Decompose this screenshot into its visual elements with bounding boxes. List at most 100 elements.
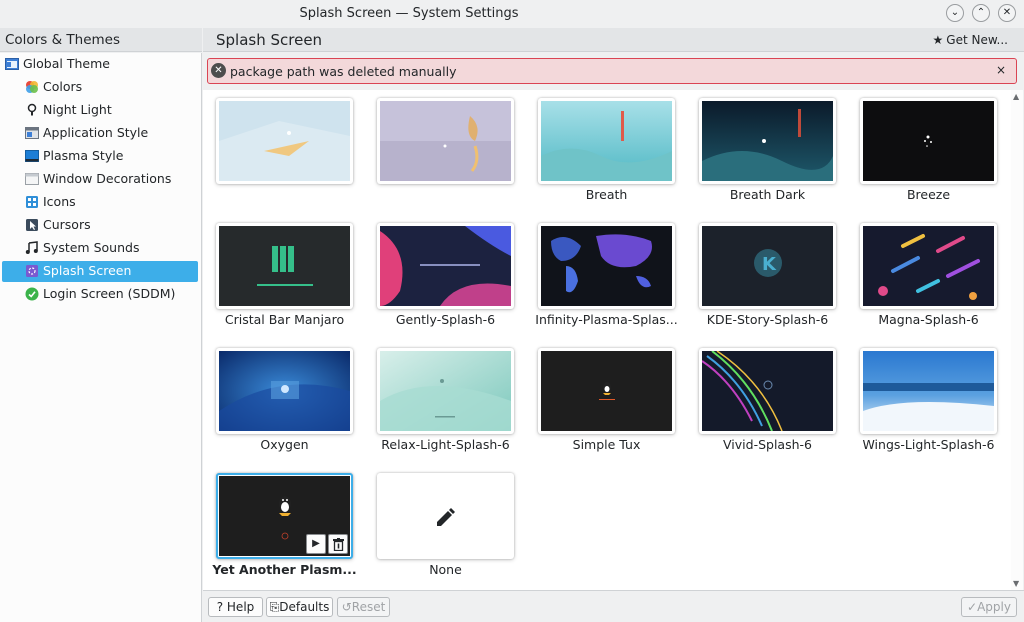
sidebar-item-cursors[interactable]: Cursors [2,215,198,236]
theme-thumbnail [380,476,511,556]
theme-tile-5[interactable] [860,98,997,184]
splash-screen-icon [26,265,38,277]
colors-icon [26,81,38,93]
defaults-icon: ⎘ [269,600,280,614]
theme-tile-4[interactable] [699,98,836,184]
theme-thumbnail [380,226,511,306]
sidebar-item-window-decorations[interactable]: Window Decorations [2,169,198,190]
theme-thumbnail [702,101,833,181]
theme-tile-9[interactable]: K [699,223,836,309]
theme-thumbnail [219,101,350,181]
sidebar-item-global-theme[interactable]: Global Theme [2,54,198,75]
global-theme-icon [5,58,19,70]
sidebar-item-application-style[interactable]: Application Style [2,123,198,144]
theme-name: Breeze [906,187,951,202]
sidebar-header-title: Colors & Themes [5,32,120,48]
button-bar: ? Help ⎘Defaults ↺Reset ✓Apply [203,590,1024,622]
sidebar-item-night-light[interactable]: Night Light [2,100,198,121]
check-icon: ✓ [967,600,978,614]
theme-tile-3[interactable] [538,98,675,184]
icons-icon [26,196,38,208]
get-new-button[interactable]: ★ Get New... [933,33,1008,47]
plasma-style-icon [25,150,39,162]
theme-thumbnail [702,351,833,431]
sidebar: Global Theme Colors Night Light Applicat… [0,53,202,622]
sidebar-item-label: Night Light [43,102,112,117]
sidebar-item-label: Window Decorations [43,171,172,186]
minimize-button[interactable]: ⌄ [946,4,964,22]
sidebar-item-label: Cursors [43,217,91,232]
help-button[interactable]: ? Help [208,597,263,617]
theme-tile-2[interactable] [377,98,514,184]
system-sounds-icon [25,241,38,254]
sidebar-item-label: Colors [43,79,83,94]
theme-tile-7[interactable] [377,223,514,309]
close-banner-button[interactable]: × [996,63,1006,77]
page-header: Splash Screen ★ Get New... [203,28,1024,52]
login-screen-icon [25,287,39,301]
theme-name: Oxygen [260,437,309,452]
sidebar-item-splash-screen[interactable]: Splash Screen [2,261,198,282]
theme-name: Gently-Splash-6 [395,312,496,327]
sidebar-item-label: Global Theme [23,56,110,71]
sidebar-header[interactable]: Colors & Themes [0,28,202,52]
scroll-down-icon[interactable]: ▼ [1013,579,1019,588]
sidebar-item-system-sounds[interactable]: System Sounds [2,238,198,259]
scrollbar[interactable]: ▲ ▼ [1011,90,1023,590]
delete-button[interactable] [328,534,348,554]
maximize-button[interactable]: ⌃ [972,4,990,22]
sidebar-item-login-screen[interactable]: Login Screen (SDDM) [2,284,198,305]
theme-name: Vivid-Splash-6 [723,437,812,452]
theme-tile-16[interactable]: ▶ [216,473,353,559]
theme-tile-14[interactable] [699,348,836,434]
theme-thumbnail [541,226,672,306]
theme-thumbnail [380,101,511,181]
play-icon: ▶ [312,538,320,549]
sidebar-item-label: Application Style [43,125,149,140]
sidebar-item-label: System Sounds [43,240,140,255]
sidebar-item-colors[interactable]: Colors [2,77,198,98]
defaults-label: Defaults [279,600,330,614]
defaults-button[interactable]: ⎘Defaults [266,597,333,617]
reset-button[interactable]: ↺Reset [337,597,390,617]
theme-tile-8[interactable] [538,223,675,309]
theme-thumbnail: K [702,226,833,306]
theme-name: Wings-Light-Splash-6 [862,437,995,452]
theme-name: Breath [585,187,628,202]
theme-thumbnail [219,226,350,306]
theme-tile-13[interactable] [538,348,675,434]
theme-thumbnail [541,351,672,431]
theme-name: Breath Dark [729,187,806,202]
theme-tile-11[interactable] [216,348,353,434]
apply-button[interactable]: ✓Apply [961,597,1017,617]
error-message: package path was deleted manually [230,64,457,79]
theme-tile-15[interactable] [860,348,997,434]
star-icon: ★ [932,33,944,47]
theme-thumbnail [219,351,350,431]
pencil-icon [437,508,455,526]
window-decorations-icon [25,173,39,185]
theme-thumbnail [541,101,672,181]
theme-tile-1[interactable] [216,98,353,184]
sidebar-item-plasma-style[interactable]: Plasma Style [2,146,198,167]
help-label: Help [226,600,255,614]
theme-tile-10[interactable] [860,223,997,309]
preview-button[interactable]: ▶ [306,534,326,554]
svg-text:K: K [762,254,777,275]
night-light-icon [27,103,37,116]
sidebar-item-icons[interactable]: Icons [2,192,198,213]
theme-tile-12[interactable] [377,348,514,434]
close-window-button[interactable]: ✕ [998,4,1016,22]
scroll-up-icon[interactable]: ▲ [1013,92,1019,101]
window-titlebar: Splash Screen — System Settings ⌄ ⌃ ✕ [0,0,1024,28]
theme-thumbnail [863,101,994,181]
theme-name: None [429,562,462,577]
theme-thumbnail [380,351,511,431]
theme-name: Infinity-Plasma-Splas... [535,312,678,327]
theme-thumbnail [863,226,994,306]
theme-tile-none[interactable] [377,473,514,559]
theme-name: Relax-Light-Splash-6 [381,437,510,452]
theme-tile-6[interactable] [216,223,353,309]
theme-name: Simple Tux [572,437,641,452]
theme-thumbnail [863,351,994,431]
